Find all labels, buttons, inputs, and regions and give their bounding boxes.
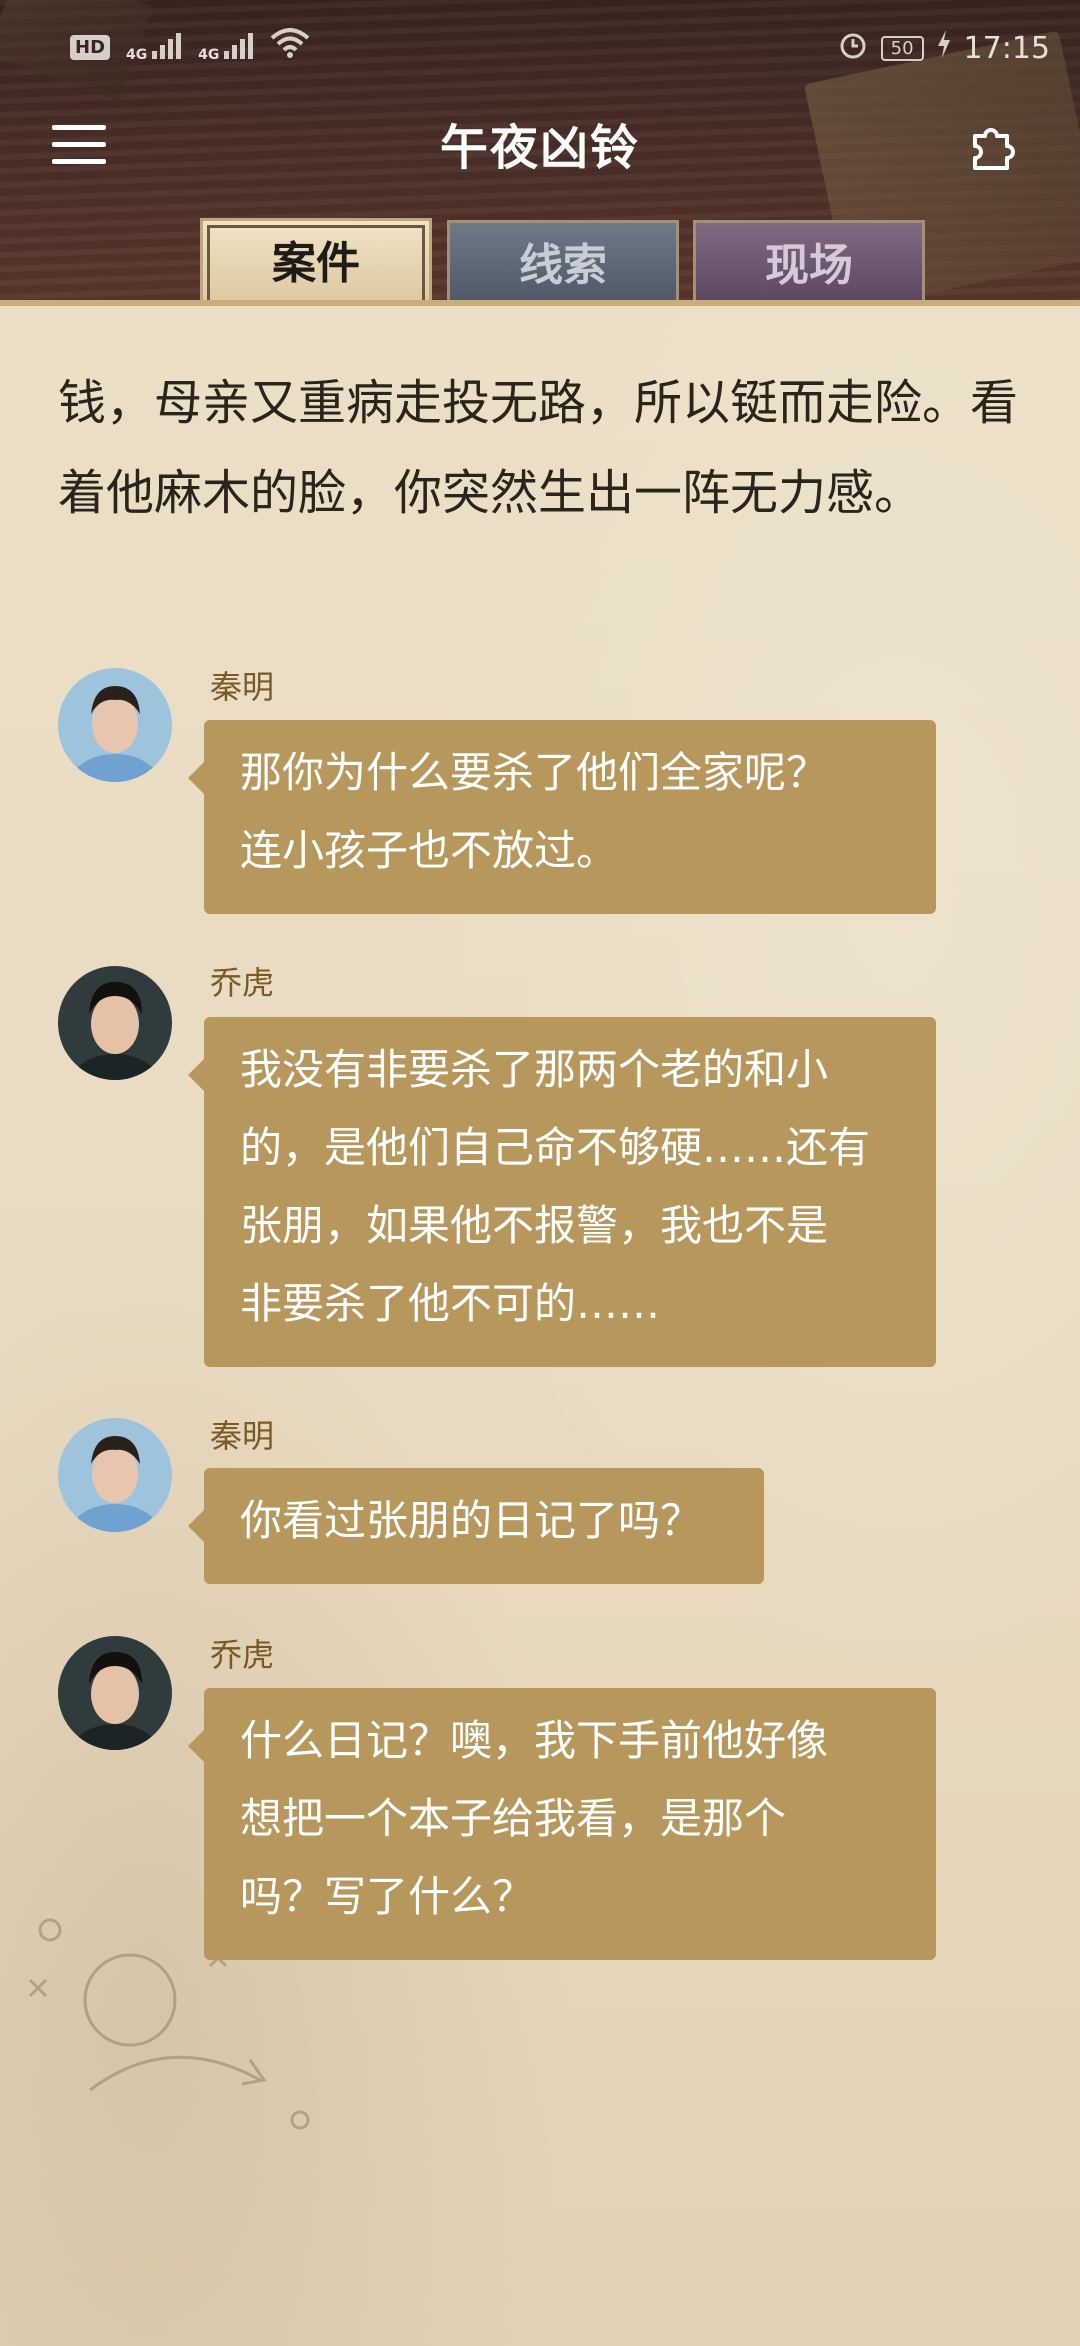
chat-line: 非要杀了他不可的……	[240, 1279, 661, 1328]
hd-badge: HD	[70, 34, 111, 60]
network-label-1: 4G	[126, 46, 148, 63]
clock-time: 17:15	[963, 30, 1050, 66]
avatar-qinming[interactable]	[58, 668, 172, 782]
wifi-icon	[270, 28, 310, 66]
chat-line: 你看过张朋的日记了吗？	[240, 1496, 703, 1545]
chat-line: 连小孩子也不放过。	[240, 826, 619, 875]
speaker-name: 秦明	[210, 1417, 275, 1455]
avatar-qinming[interactable]	[58, 1418, 172, 1532]
avatar-qiaohu[interactable]	[58, 966, 172, 1080]
puzzle-button[interactable]	[965, 118, 1021, 174]
tab-case[interactable]: 案件	[200, 218, 432, 310]
narration-text: 钱，母亲又重病走投无路，所以铤而走险。看着他麻木的脸，你突然生出一阵无力感。	[58, 375, 1019, 521]
battery-indicator: 50	[880, 35, 924, 61]
speaker-name: 秦明	[210, 668, 275, 706]
speaker-name: 乔虎	[210, 1636, 275, 1674]
avatar-qiaohu[interactable]	[58, 1636, 172, 1750]
alarm-icon	[837, 28, 869, 68]
page-title: 午夜凶铃	[439, 120, 640, 176]
chat-bubble: 你看过张朋的日记了吗？	[188, 1468, 764, 1584]
chat-bubble: 我没有非要杀了那两个老的和小 的，是他们自己命不够硬……还有 张朋，如果他不报警…	[188, 1017, 936, 1367]
chat-line: 吗？写了什么？	[240, 1872, 535, 1921]
speaker-name: 乔虎	[210, 964, 275, 1002]
chat-bubble: 那你为什么要杀了他们全家呢？ 连小孩子也不放过。	[188, 720, 936, 914]
chat-line: 我没有非要杀了那两个老的和小	[240, 1045, 829, 1094]
chat-line: 张朋，如果他不报警，我也不是	[240, 1201, 829, 1250]
tab-clue[interactable]: 线索	[447, 220, 679, 306]
chat-bubble: 什么日记？噢，我下手前他好像 想把一个本子给我看，是那个 吗？写了什么？	[188, 1688, 936, 1960]
chat-line: 的，是他们自己命不够硬……还有	[240, 1123, 871, 1172]
chat-line: 想把一个本子给我看，是那个	[240, 1794, 787, 1843]
chat-line: 那你为什么要杀了他们全家呢？	[240, 748, 829, 797]
charging-icon	[936, 30, 952, 66]
chat-line: 什么日记？噢，我下手前他好像	[240, 1716, 829, 1765]
signal-icon: 4G	[126, 32, 182, 63]
puzzle-icon	[973, 128, 1015, 170]
tab-scene[interactable]: 现场	[693, 220, 925, 306]
status-bar: HD 4G 4G 50 17:15	[0, 0, 1080, 90]
network-label-2: 4G	[198, 46, 220, 63]
signal-icon-2: 4G	[198, 32, 254, 63]
